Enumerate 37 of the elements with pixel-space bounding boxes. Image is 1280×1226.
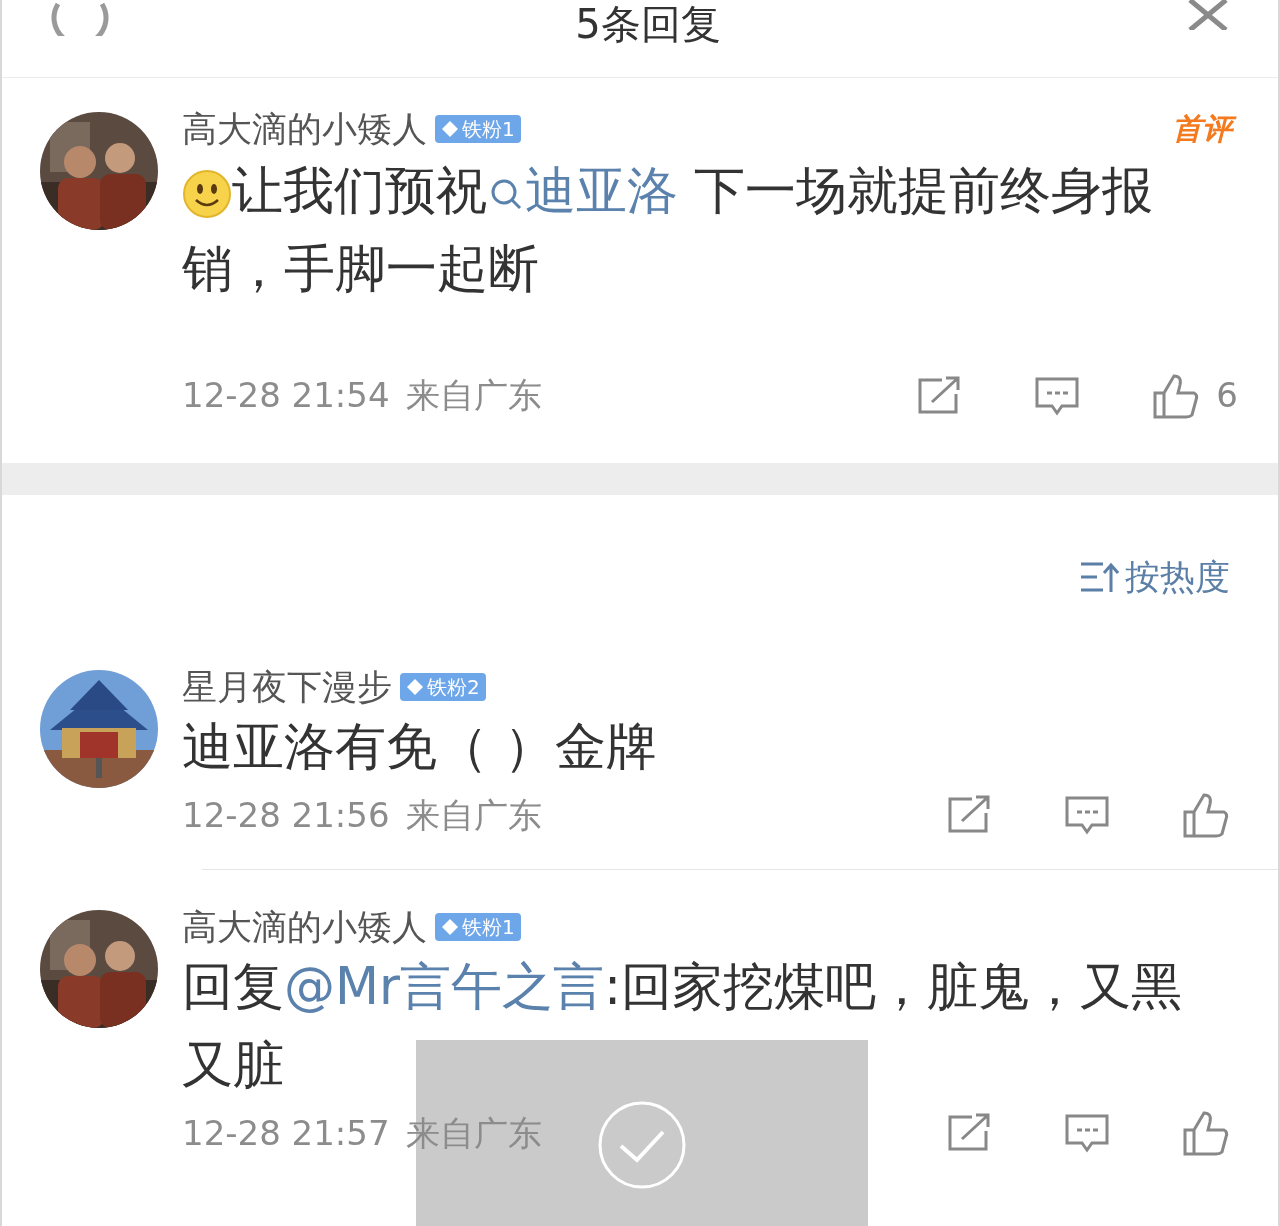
thumbs-up-icon[interactable] <box>1182 792 1230 838</box>
smiley-icon <box>182 169 232 219</box>
mention-link[interactable]: @Mr言午之言 <box>284 956 604 1016</box>
comment-text: 回复@Mr言午之言:回家挖煤吧，脏鬼，又黑又脏 <box>182 955 1184 1096</box>
topic-link[interactable]: 迪亚洛 <box>487 161 678 220</box>
fan-badge: 铁粉1 <box>435 115 521 143</box>
username: 高大滴的小矮人 <box>182 108 427 150</box>
check-icon <box>597 1100 687 1190</box>
sort-icon <box>1079 560 1119 595</box>
location-text: 来自广东 <box>405 374 542 417</box>
thumbs-up-icon[interactable] <box>1152 372 1201 419</box>
diamond-icon <box>406 677 424 696</box>
fan-badge: 铁粉2 <box>400 672 486 701</box>
comment-icon[interactable] <box>1034 375 1081 416</box>
timestamp: 12-28 21:54 <box>182 374 390 417</box>
diamond-icon <box>441 917 459 936</box>
panel-title: 5条回复 <box>575 0 721 48</box>
like-count: 6 <box>1216 374 1238 417</box>
comment-text: 让我们预祝 迪亚洛 下一场就提前终身报销，手脚一起断 <box>182 160 1155 300</box>
sort-button[interactable]: 按热度 <box>1079 551 1230 604</box>
fan-badge: 铁粉1 <box>435 912 521 941</box>
thumbs-up-icon[interactable] <box>1182 1110 1230 1156</box>
first-comment-tag: 首评 <box>1170 108 1238 150</box>
comment-icon[interactable] <box>1064 1113 1110 1153</box>
username: 高大滴的小矮人 <box>182 905 427 948</box>
comment-text: 迪亚洛有免（ ）金牌 <box>182 715 659 778</box>
comment-icon[interactable] <box>1064 795 1110 835</box>
timestamp: 12-28 21:57 <box>182 1111 390 1155</box>
share-icon[interactable] <box>946 795 992 835</box>
username: 星月夜下漫步 <box>182 665 392 708</box>
timestamp: 12-28 21:56 <box>182 793 390 837</box>
location-text: 来自广东 <box>405 1111 542 1155</box>
location-text: 来自广东 <box>405 793 542 837</box>
close-icon[interactable] <box>1186 0 1230 30</box>
share-icon[interactable] <box>946 1113 992 1153</box>
share-icon[interactable] <box>916 375 963 416</box>
diamond-icon <box>441 120 459 138</box>
